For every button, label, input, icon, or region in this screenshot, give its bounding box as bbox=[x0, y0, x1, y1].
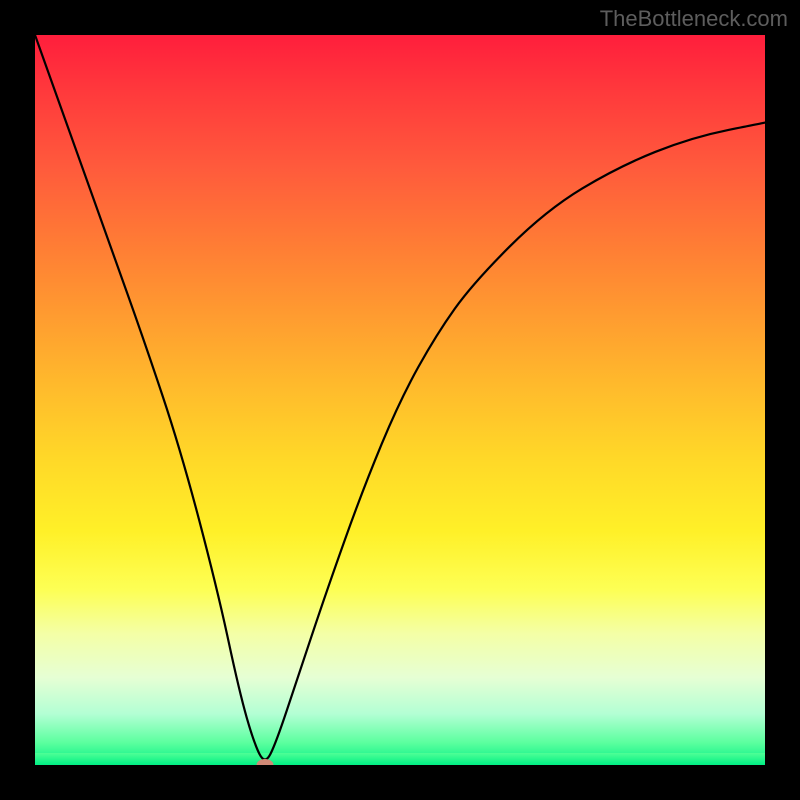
watermark-text: TheBottleneck.com bbox=[600, 6, 788, 32]
bottleneck-curve-line bbox=[35, 35, 765, 760]
optimal-point-marker bbox=[256, 759, 273, 765]
curve-svg bbox=[35, 35, 765, 765]
chart bbox=[35, 35, 765, 765]
